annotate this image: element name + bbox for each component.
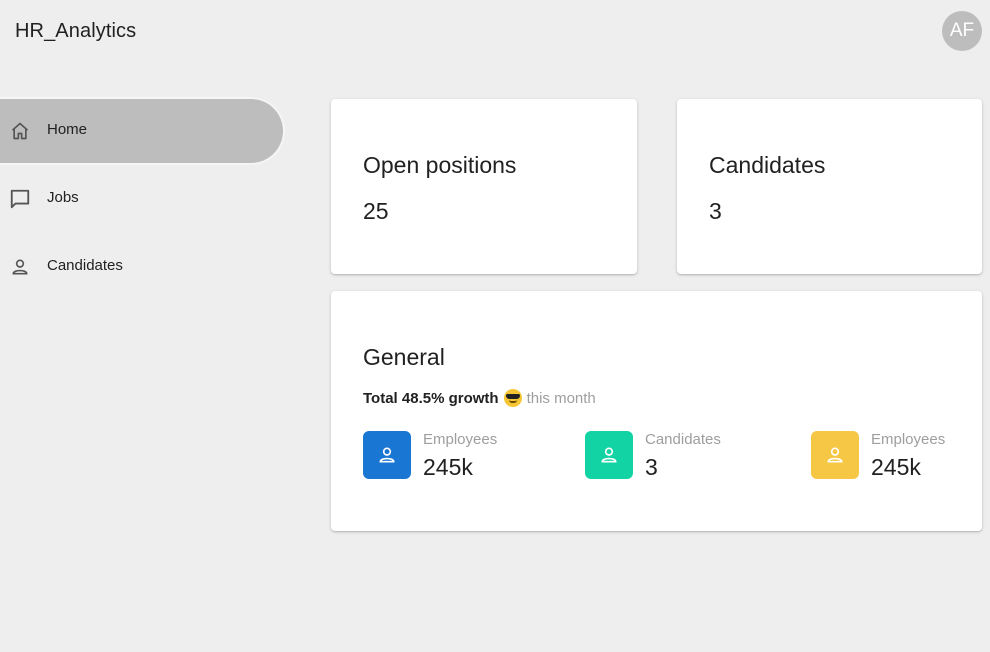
stat-employees: Employees 245k [363,431,498,480]
card-title: Candidates [709,152,826,178]
sidebar-item-label: Candidates [47,257,123,274]
chat-bubble-icon [8,187,32,211]
open-positions-card: Open positions 25 [331,99,637,274]
stat-value: 245k [423,454,473,480]
sidebar-item-candidates[interactable]: Candidates [0,233,287,301]
stat-value: 3 [645,454,658,480]
card-value: 3 [709,198,722,224]
card-title: General [363,344,445,370]
growth-period: this month [526,389,596,407]
person-icon [363,431,411,479]
stat-employees-2: Employees 245k [811,431,946,480]
home-icon [8,119,32,143]
person-icon [811,431,859,479]
person-icon [8,255,32,279]
sidebar-item-label: Jobs [47,189,79,206]
stat-candidates: Candidates 3 [585,431,721,480]
stat-label: Employees [871,431,946,448]
stat-label: Candidates [645,431,721,448]
card-value: 25 [363,198,389,224]
stat-value: 245k [871,454,921,480]
sidebar-item-label: Home [47,121,88,138]
sidebar-item-home[interactable]: Home [0,97,287,165]
user-avatar[interactable]: AF [942,11,982,51]
candidates-card: Candidates 3 [677,99,982,274]
person-icon [585,431,633,479]
card-title: Open positions [363,152,517,178]
growth-summary: Total 48.5% growth this month [363,389,596,407]
stat-label: Employees [423,431,498,448]
sidebar-nav: Home Jobs Candidates [0,97,287,301]
sunglasses-emoji-icon [503,389,522,407]
general-card: General Total 48.5% growth this month Em… [331,291,982,531]
sidebar-item-jobs[interactable]: Jobs [0,165,287,233]
growth-text: Total 48.5% growth [363,389,499,407]
active-item-highlight [0,97,285,165]
app-title: HR_Analytics [15,20,137,42]
